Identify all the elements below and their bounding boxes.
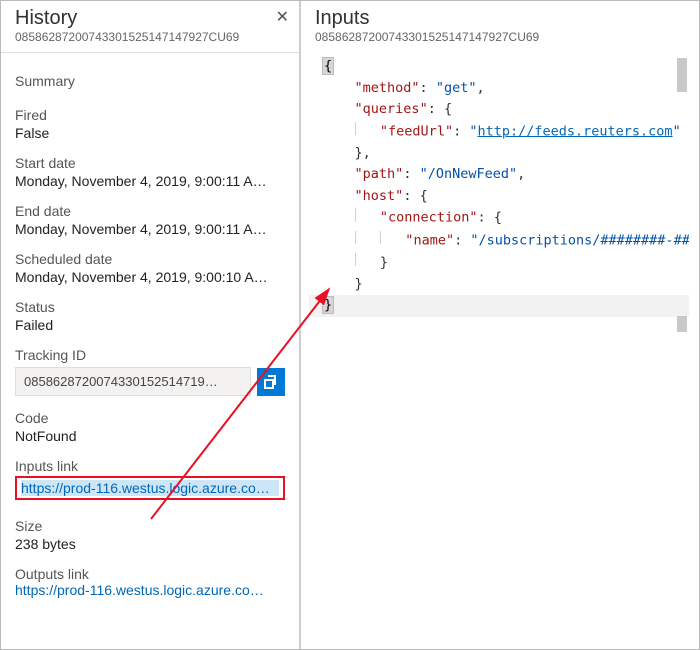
tracking-id-label: Tracking ID [15, 347, 285, 363]
inputs-link-highlight: https://prod-116.westus.logic.azure.co… [15, 476, 285, 500]
json-editor[interactable]: { "method": "get", "queries": { "feedUrl… [309, 56, 689, 639]
json-feed-url[interactable]: http://feeds.reuters.com [478, 123, 673, 139]
scheduled-date-value: Monday, November 4, 2019, 9:00:10 A… [15, 269, 285, 285]
size-label: Size [15, 518, 285, 534]
inputs-pane: Inputs 08586287200743301525147147927CU69… [301, 1, 699, 649]
inputs-header: Inputs 08586287200743301525147147927CU69 [301, 1, 699, 48]
fired-label: Fired [15, 107, 285, 123]
inputs-link-label: Inputs link [15, 458, 285, 474]
status-value: Failed [15, 317, 285, 333]
outputs-link[interactable]: https://prod-116.westus.logic.azure.co… [15, 582, 285, 598]
json-path: /OnNewFeed [428, 166, 509, 182]
copy-button[interactable] [257, 368, 285, 396]
history-pane: History ✕ 08586287200743301525147147927C… [1, 1, 301, 649]
scheduled-date-label: Scheduled date [15, 251, 285, 267]
copy-icon [264, 375, 278, 389]
fired-value: False [15, 125, 285, 141]
json-method: get [444, 80, 468, 96]
close-icon[interactable]: ✕ [276, 7, 289, 27]
start-date-label: Start date [15, 155, 285, 171]
tracking-id-value[interactable]: 0858628720074330152514719… [15, 367, 251, 396]
inputs-title: Inputs [315, 7, 687, 30]
history-title: History [15, 7, 287, 30]
history-id: 08586287200743301525147147927CU69 [15, 30, 287, 44]
start-date-value: Monday, November 4, 2019, 9:00:11 A… [15, 173, 285, 189]
code-value: NotFound [15, 428, 285, 444]
json-name: /subscriptions/########-## [479, 232, 690, 248]
status-label: Status [15, 299, 285, 315]
scrollbar-thumb[interactable] [677, 316, 687, 332]
summary-heading: Summary [15, 73, 285, 89]
history-header: History ✕ 08586287200743301525147147927C… [1, 1, 299, 48]
scrollbar-thumb[interactable] [677, 58, 687, 92]
inputs-link[interactable]: https://prod-116.westus.logic.azure.co… [21, 480, 279, 496]
code-label: Code [15, 410, 285, 426]
end-date-label: End date [15, 203, 285, 219]
inputs-id: 08586287200743301525147147927CU69 [315, 30, 687, 44]
end-date-value: Monday, November 4, 2019, 9:00:11 A… [15, 221, 285, 237]
size-value: 238 bytes [15, 536, 285, 552]
outputs-link-label: Outputs link [15, 566, 285, 582]
